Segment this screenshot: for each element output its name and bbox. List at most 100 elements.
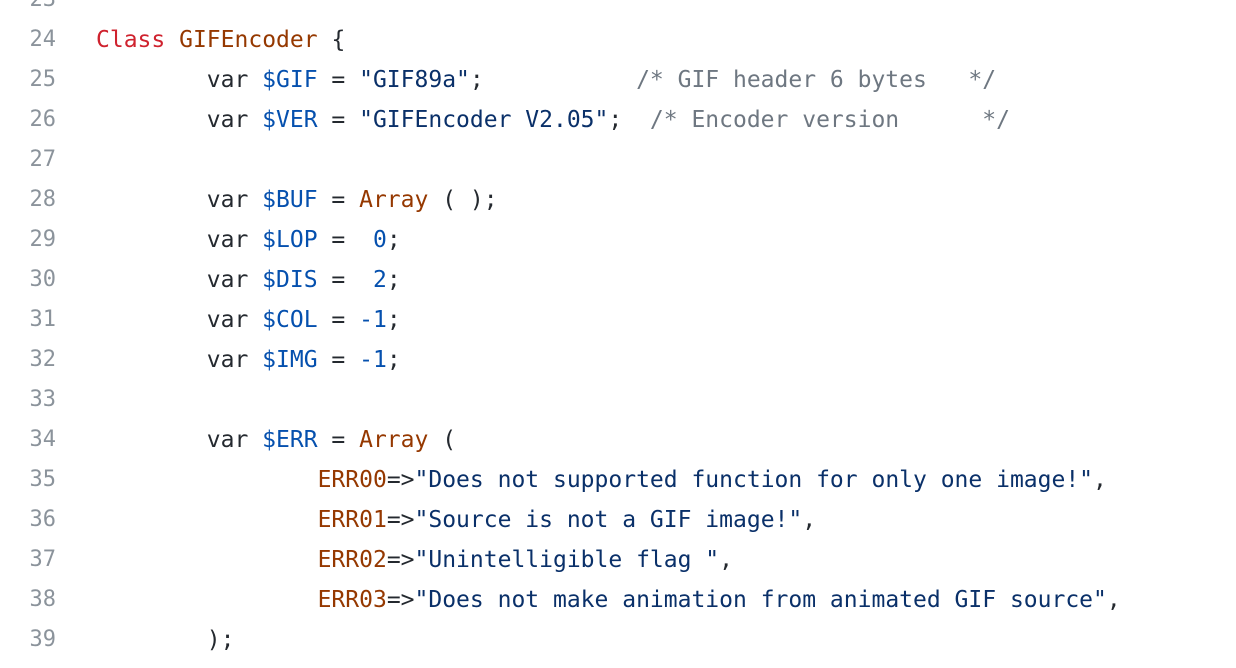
code-token: = bbox=[317, 67, 360, 93]
code-token: ERR03 bbox=[317, 587, 387, 613]
line-number[interactable]: 25 bbox=[0, 60, 57, 100]
code-content: var $BUF = Array ( ); bbox=[96, 180, 498, 220]
code-line[interactable]: 38 ERR03=>"Does not make animation from … bbox=[0, 580, 1236, 620]
code-line[interactable]: 36 ERR01=>"Source is not a GIF image!", bbox=[0, 500, 1236, 540]
code-line[interactable]: 30 var $DIS = 2; bbox=[0, 260, 1236, 300]
code-content: ERR03=>"Does not make animation from ani… bbox=[96, 580, 1121, 620]
code-token: => bbox=[386, 507, 415, 533]
code-line[interactable]: 29 var $LOP = 0; bbox=[0, 220, 1236, 260]
code-token: "Does not supported function for only on… bbox=[414, 467, 1094, 493]
code-token: $VER bbox=[262, 107, 318, 133]
line-number[interactable]: 39 bbox=[0, 620, 57, 660]
code-view[interactable]: 2324Class GIFEncoder {25 var $GIF = "GIF… bbox=[0, 0, 1236, 668]
code-token: $DIS bbox=[262, 267, 318, 293]
code-content: var $DIS = 2; bbox=[96, 260, 401, 300]
code-token: $IMG bbox=[262, 347, 318, 373]
code-token: -1 bbox=[359, 347, 387, 373]
code-token: ; bbox=[386, 347, 401, 373]
code-token: = bbox=[317, 107, 360, 133]
code-line[interactable]: 37 ERR02=>"Unintelligible flag ", bbox=[0, 540, 1236, 580]
line-number[interactable]: 34 bbox=[0, 420, 57, 460]
code-token: ; bbox=[608, 107, 650, 133]
code-token: ; bbox=[386, 267, 401, 293]
line-number[interactable]: 29 bbox=[0, 220, 57, 260]
code-token: Array bbox=[359, 427, 429, 453]
code-token: var bbox=[96, 227, 263, 253]
code-line[interactable]: 34 var $ERR = Array ( bbox=[0, 420, 1236, 460]
code-content: var $ERR = Array ( bbox=[96, 420, 456, 460]
code-line[interactable]: 35 ERR00=>"Does not supported function f… bbox=[0, 460, 1236, 500]
line-number[interactable]: 40 bbox=[0, 660, 57, 668]
line-number[interactable]: 31 bbox=[0, 300, 57, 340]
code-content: var $LOP = 0; bbox=[96, 220, 401, 260]
line-number[interactable]: 37 bbox=[0, 540, 57, 580]
code-token: $ERR bbox=[262, 427, 318, 453]
code-token: = bbox=[317, 227, 373, 253]
line-number[interactable]: 23 bbox=[0, 0, 57, 20]
code-content: var $IMG = -1; bbox=[96, 340, 401, 380]
line-number[interactable]: 32 bbox=[0, 340, 57, 380]
line-number[interactable]: 28 bbox=[0, 180, 57, 220]
code-token: ); bbox=[96, 627, 235, 653]
code-token: ERR00 bbox=[317, 467, 387, 493]
code-token: "Source is not a GIF image!" bbox=[414, 507, 803, 533]
code-token: , bbox=[719, 547, 734, 573]
code-token: = bbox=[317, 307, 360, 333]
code-token: Array bbox=[359, 187, 429, 213]
code-token: var bbox=[96, 307, 263, 333]
code-token: 2 bbox=[372, 267, 387, 293]
code-token: $LOP bbox=[262, 227, 318, 253]
code-token: "GIFEncoder V2.05" bbox=[359, 107, 609, 133]
code-line[interactable]: 26 var $VER = "GIFEncoder V2.05"; /* Enc… bbox=[0, 100, 1236, 140]
code-token: /* Encoder version */ bbox=[649, 107, 1010, 133]
line-number[interactable]: 30 bbox=[0, 260, 57, 300]
code-token: ERR01 bbox=[317, 507, 387, 533]
line-number[interactable]: 24 bbox=[0, 20, 57, 60]
line-number[interactable]: 27 bbox=[0, 140, 57, 180]
code-token: = bbox=[317, 347, 360, 373]
code-content: ); bbox=[96, 620, 235, 660]
code-line[interactable]: 31 var $COL = -1; bbox=[0, 300, 1236, 340]
code-token: "Unintelligible flag " bbox=[414, 547, 720, 573]
code-token: var bbox=[96, 67, 263, 93]
line-number[interactable]: 36 bbox=[0, 500, 57, 540]
code-lines: 2324Class GIFEncoder {25 var $GIF = "GIF… bbox=[0, 0, 1236, 668]
code-content: Class GIFEncoder { bbox=[96, 20, 345, 60]
code-token: $GIF bbox=[262, 67, 318, 93]
code-token: = bbox=[317, 187, 360, 213]
code-line[interactable]: 27 bbox=[0, 140, 1236, 180]
code-line[interactable]: 39 ); bbox=[0, 620, 1236, 660]
code-token: => bbox=[386, 467, 415, 493]
code-line[interactable]: 28 var $BUF = Array ( ); bbox=[0, 180, 1236, 220]
code-line[interactable]: 40 bbox=[0, 660, 1236, 668]
line-number[interactable]: 26 bbox=[0, 100, 57, 140]
code-line[interactable]: 32 var $IMG = -1; bbox=[0, 340, 1236, 380]
code-token: var bbox=[96, 427, 263, 453]
code-token: , bbox=[1093, 467, 1107, 493]
code-token: => bbox=[386, 587, 415, 613]
code-token: , bbox=[1106, 587, 1121, 613]
line-number[interactable]: 35 bbox=[0, 460, 57, 500]
code-token: $COL bbox=[262, 307, 318, 333]
code-token: -1 bbox=[359, 307, 387, 333]
code-line[interactable]: 24 Class GIFEncoder { bbox=[0, 20, 1236, 60]
code-token: Class bbox=[96, 27, 166, 53]
code-line[interactable]: 33 bbox=[0, 380, 1236, 420]
code-content: var $GIF = "GIF89a"; /* GIF header 6 byt… bbox=[96, 60, 996, 100]
line-number[interactable]: 38 bbox=[0, 580, 57, 620]
line-number[interactable]: 33 bbox=[0, 380, 57, 420]
code-line[interactable]: 23 bbox=[0, 0, 1236, 20]
code-token: 0 bbox=[372, 227, 387, 253]
code-line[interactable]: 25 var $GIF = "GIF89a"; /* GIF header 6 … bbox=[0, 60, 1236, 100]
code-token: $BUF bbox=[262, 187, 318, 213]
code-token: "GIF89a" bbox=[359, 67, 470, 93]
code-token: ; bbox=[469, 67, 637, 93]
code-token: ERR02 bbox=[317, 547, 387, 573]
code-token: = bbox=[317, 427, 360, 453]
code-token: ( ); bbox=[428, 187, 498, 213]
code-token: ; bbox=[386, 307, 401, 333]
code-content: ERR00=>"Does not supported function for … bbox=[96, 460, 1107, 500]
